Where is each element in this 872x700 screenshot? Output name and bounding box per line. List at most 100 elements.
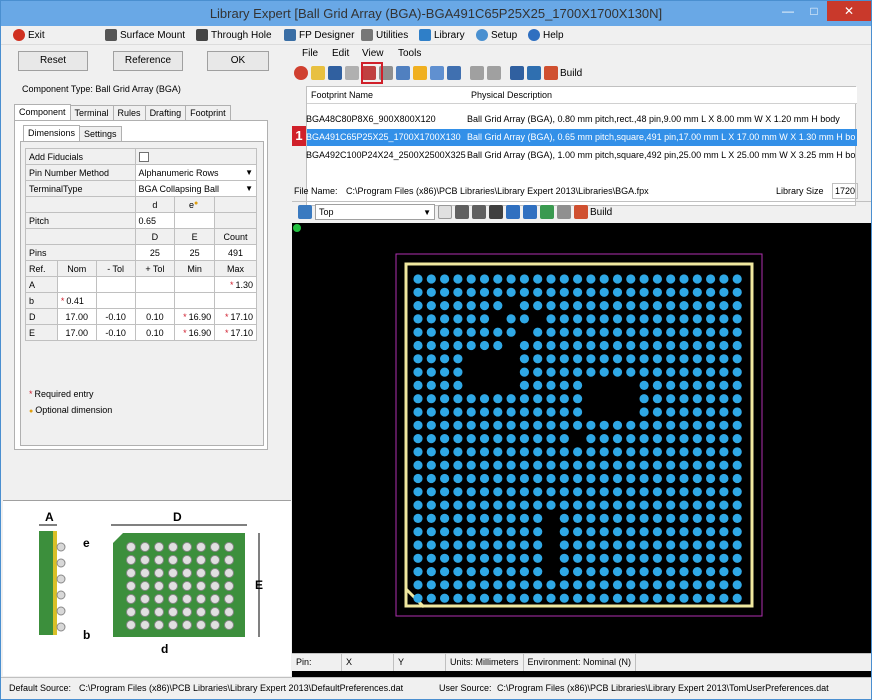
tab-drafting[interactable]: Drafting [144,105,187,121]
menu-through-hole[interactable]: Through Hole [196,29,272,41]
reset-button[interactable]: Reset [18,51,88,71]
reference-diagram: A e b D E d [3,500,291,676]
cell-mtol[interactable] [95,292,136,309]
build-canvas-button[interactable]: Build [574,205,612,219]
minimize-button[interactable]: — [775,1,801,21]
select-value: BGA Collapsing Ball [138,183,220,194]
redo-icon[interactable] [487,66,501,80]
menu-setup[interactable]: Setup [476,29,517,41]
cell-mtol[interactable]: -0.10 [95,308,136,325]
main-tabs: Component Terminal Rules Drafting Footpr… [14,104,231,121]
sort-icon[interactable] [396,66,410,80]
menu-library[interactable]: Library [419,29,465,41]
title-bar: Library Expert [Ball Grid Array (BGA)-BG… [1,1,871,26]
header-D: D [134,228,176,245]
setup-icon [476,29,488,41]
save-icon[interactable] [328,66,342,80]
add-fiducials-checkbox[interactable] [138,151,149,162]
build-button[interactable]: Build [544,66,582,80]
library-manager-icon[interactable] [527,66,541,80]
cell-max[interactable]: * 1.30 [214,276,257,293]
fp-desc: Ball Grid Array (BGA), 0.80 mm pitch,rec… [467,114,840,124]
menu-utilities[interactable]: Utilities [361,29,408,41]
legend-optional-text: Optional dimension [35,405,113,415]
row-ref: E [25,324,58,341]
reference-button[interactable]: Reference [113,51,183,71]
status-environment: Environment: Nominal (N) [524,654,637,671]
cell-nom[interactable]: * 0.41 [56,292,97,309]
cell-ptol[interactable] [134,276,176,293]
cell-ptol[interactable]: 0.10 [134,308,176,325]
cell-ptol[interactable]: 0.10 [134,324,176,341]
tree-icon[interactable] [430,66,444,80]
menu-surface-mount[interactable]: Surface Mount [105,29,185,41]
tab-component[interactable]: Component [14,104,71,120]
cell-nom[interactable]: 17.00 [56,324,97,341]
col-nom: Nom [56,260,97,277]
pins-D-input[interactable]: 25 [134,244,176,261]
print-icon[interactable] [345,66,359,80]
select-pointer-icon[interactable] [438,205,452,219]
maximize-button[interactable]: □ [801,1,827,21]
measure-icon[interactable] [506,205,520,219]
zoom-fit-icon[interactable] [472,205,486,219]
menu-help[interactable]: Help [528,29,564,41]
pins-E-input[interactable]: 25 [174,244,216,261]
open-folder-icon[interactable] [311,66,325,80]
print-canvas-icon[interactable] [557,205,571,219]
chevron-down-icon: ▼ [245,184,253,193]
col-physical-description[interactable]: Physical Description [471,87,552,104]
pan-icon[interactable] [489,205,503,219]
layer-select[interactable]: Top ▼ [315,204,435,220]
close-button[interactable]: ✕ [827,1,871,21]
cell-mtol[interactable]: -0.10 [95,324,136,341]
header-E: E [174,228,216,245]
menu-file[interactable]: File [302,48,318,59]
header-e: e● [174,196,216,213]
list-item[interactable]: BGA48C80P8X6_900X800X120 Ball Grid Array… [306,111,857,128]
center-icon[interactable] [523,205,537,219]
grid-icon[interactable] [447,66,461,80]
footprint-canvas[interactable] [292,223,871,697]
zoom-extents-icon[interactable] [455,205,469,219]
cell-nom[interactable]: 17.00 [56,308,97,325]
cell-min[interactable] [174,292,216,309]
terminal-type-select[interactable]: BGA Collapsing Ball ▼ [134,180,258,197]
tab-settings[interactable]: Settings [79,126,122,142]
tab-terminal[interactable]: Terminal [69,105,114,121]
table-row: E 17.00 -0.10 0.10 * 16.90 * 17.10 [25,324,257,341]
pin-number-method-select[interactable]: Alphanumeric Rows ▼ [134,164,258,181]
cell-mtol[interactable] [95,276,136,293]
row-ref: A [25,276,58,293]
tab-footprint[interactable]: Footprint [185,105,231,121]
cell-min[interactable]: * 16.90 [174,324,216,341]
cell-min[interactable]: * 16.90 [174,308,216,325]
list-item-selected[interactable]: BGA491C65P25X25_1700X1700X130 Ball Grid … [306,129,857,146]
list-item[interactable]: BGA492C100P24X24_2500X2500X325 Ball Grid… [306,147,857,164]
stack-icon[interactable] [540,205,554,219]
cell-nom[interactable] [56,276,97,293]
menu-view[interactable]: View [362,48,384,59]
tab-rules[interactable]: Rules [112,105,146,121]
pitch-d-input[interactable]: 0.65 [134,212,176,229]
cell-min[interactable] [174,276,216,293]
cell-value: 17.10 [230,327,253,338]
tab-dimensions[interactable]: Dimensions [23,125,81,141]
cell-ptol[interactable] [134,292,176,309]
menu-exit[interactable]: Exit [13,29,45,41]
col-footprint-name[interactable]: Footprint Name [311,87,373,104]
new-icon[interactable] [294,66,308,80]
cell-max[interactable] [214,292,257,309]
cell-max[interactable]: * 17.10 [214,308,257,325]
menu-fp-designer[interactable]: FP Designer [284,29,354,41]
undo-icon[interactable] [470,66,484,80]
menu-tools[interactable]: Tools [398,48,421,59]
col-ptol: + Tol [134,260,176,277]
ok-button[interactable]: OK [207,51,269,71]
menu-edit[interactable]: Edit [332,48,349,59]
star-icon[interactable] [413,66,427,80]
copy-icon[interactable] [510,66,524,80]
cell-max[interactable]: * 17.10 [214,324,257,341]
required-star-icon: * [29,389,33,399]
pitch-e-input[interactable] [174,212,216,229]
